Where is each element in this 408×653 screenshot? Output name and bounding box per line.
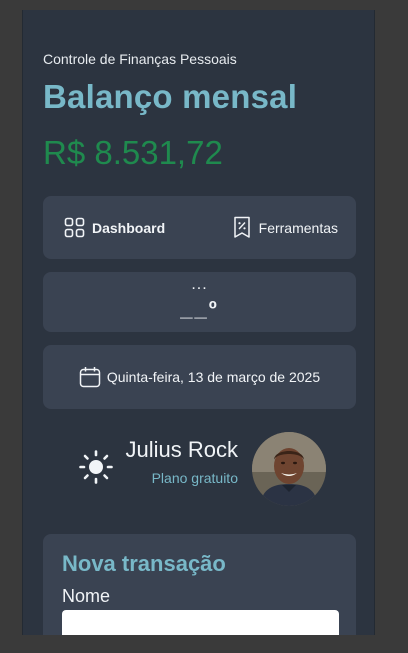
form-title: Nova transação: [62, 551, 226, 576]
nav-card: Dashboard Ferramentas: [43, 196, 356, 259]
nav-tools-link[interactable]: Ferramentas: [232, 196, 338, 259]
new-transaction-form: Nova transação Nome: [43, 534, 356, 635]
name-field[interactable]: [62, 610, 339, 635]
app-subtitle: Controle de Finanças Pessoais: [43, 51, 237, 67]
calendar-icon: [79, 367, 101, 388]
temperature-value: __º: [180, 296, 219, 321]
nav-dashboard-label: Dashboard: [92, 219, 166, 236]
avatar-image: [252, 432, 326, 506]
page-title: Balanço mensal: [43, 78, 298, 115]
user-plan[interactable]: Plano gratuito: [152, 470, 238, 486]
grid-icon: [64, 217, 85, 238]
avatar[interactable]: [252, 432, 326, 506]
name-field-label: Nome: [62, 586, 111, 606]
current-date: Quinta-feira, 13 de março de 2025: [106, 369, 321, 385]
date-card: Quinta-feira, 13 de março de 2025: [43, 345, 356, 409]
date-row: Quinta-feira, 13 de março de 2025: [43, 345, 356, 409]
nav-dashboard-link[interactable]: Dashboard: [64, 196, 165, 259]
weather-loading-indicator: ...: [191, 276, 208, 293]
user-name: Julius Rock: [125, 437, 238, 462]
nav-tools-label: Ferramentas: [258, 219, 338, 236]
balance-amount: R$ 8.531,72: [43, 134, 223, 171]
sun-icon[interactable]: [79, 450, 113, 484]
user-profile: Julius Rock Plano gratuito: [43, 420, 356, 506]
weather-card: ... __º: [43, 272, 356, 332]
receipt-percent-icon: [233, 216, 250, 238]
app-window: Controle de Finanças Pessoais Balanço me…: [22, 10, 375, 635]
